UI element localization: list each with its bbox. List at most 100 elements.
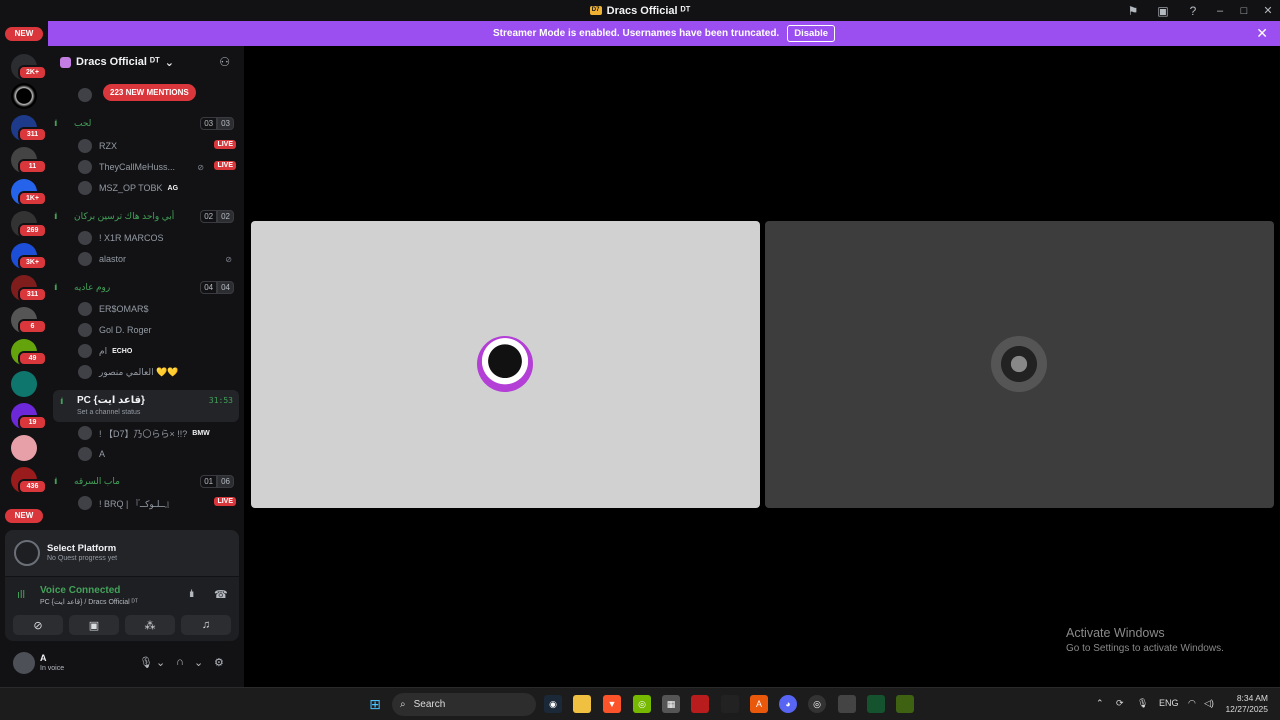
voice-user[interactable]: ام ECHO xyxy=(78,342,236,360)
user-name: Gol D. Roger xyxy=(99,325,152,335)
discord-icon[interactable]: ◕ xyxy=(779,695,797,713)
user-name: TheyCallMeHuss... xyxy=(99,162,176,172)
app-icon-2[interactable] xyxy=(838,695,856,713)
soundboard-button[interactable]: ♫ xyxy=(181,615,231,635)
disconnect-icon[interactable]: ☎ xyxy=(214,588,228,601)
steam-icon[interactable]: ◉ xyxy=(544,695,562,713)
new-unread-pill-bottom[interactable]: NEW xyxy=(5,509,43,523)
invite-people-icon[interactable]: ⚇ xyxy=(219,55,230,69)
microphone-tray-icon[interactable]: 🎙 xyxy=(1137,698,1148,709)
taskbar-search[interactable]: ⌕ Search xyxy=(392,693,536,716)
help-icon[interactable]: ? xyxy=(1178,0,1208,21)
new-unread-pill-top[interactable]: NEW xyxy=(5,27,43,41)
headphones-icon[interactable]: ∩ xyxy=(176,656,184,668)
inbox-icon[interactable]: ▣ xyxy=(1148,0,1178,21)
settings-gear-icon[interactable]: ⚙ xyxy=(214,656,224,669)
maximize-button[interactable]: □ xyxy=(1232,0,1256,21)
activities-button[interactable]: ⁂ xyxy=(125,615,175,635)
voice-user[interactable]: ! 【D7】乃〇らら× !!? BMW xyxy=(78,424,236,442)
server-icon-13[interactable] xyxy=(11,435,37,461)
avatar[interactable] xyxy=(13,652,35,674)
channel-name: PC {قاعد ايت} xyxy=(77,395,145,406)
voice-user[interactable]: ! X1R MARCOS xyxy=(78,229,236,247)
brave-browser-icon[interactable]: ▼ xyxy=(603,695,621,713)
avatar xyxy=(78,426,92,440)
microphone-icon[interactable]: 🎙 xyxy=(139,656,153,669)
channel-status[interactable]: Set a channel status xyxy=(77,409,140,416)
server-boost-icon xyxy=(60,56,71,68)
signal-icon[interactable]: ıll xyxy=(17,589,25,601)
activate-windows-title: Activate Windows xyxy=(1066,626,1165,640)
user-name: A xyxy=(40,653,47,663)
clan-tag: ECHO xyxy=(112,347,133,355)
voice-channel-4[interactable]: ıılı ماب السرقه 01 06 xyxy=(54,471,238,491)
server-name: Dracs Official ᴰᵀ xyxy=(76,56,160,68)
live-badge: LIVE xyxy=(214,497,236,506)
flag-icon[interactable]: ⚑ xyxy=(1118,0,1148,21)
chevron-down-icon[interactable]: ⌄ xyxy=(194,656,203,669)
windows-start-icon[interactable]: ⊞ xyxy=(366,695,384,713)
language-indicator[interactable]: ENG xyxy=(1159,698,1179,708)
voice-location[interactable]: PC {قاعد ايت} / Dracs Official ᴰᵀ xyxy=(40,598,138,606)
chevron-up-icon[interactable]: ⌃ xyxy=(1096,698,1104,709)
sync-icon[interactable]: ⟳ xyxy=(1116,698,1124,709)
server-badge-14: 436 xyxy=(18,479,47,494)
file-explorer-icon[interactable] xyxy=(573,695,591,713)
chevron-down-icon[interactable]: ⌄ xyxy=(156,656,165,669)
active-voice-channel[interactable]: ıılı PC {قاعد ايت} Set a channel status … xyxy=(53,390,239,422)
voice-user[interactable]: RZX LIVE xyxy=(78,137,236,155)
voice-user[interactable]: Gol D. Roger xyxy=(78,321,236,339)
minimize-button[interactable]: – xyxy=(1208,0,1232,21)
voice-mod-icon[interactable] xyxy=(691,695,709,713)
channel-name: روم عاديه xyxy=(74,281,111,292)
activate-windows-subtitle: Go to Settings to activate Windows. xyxy=(1066,643,1224,654)
voice-user[interactable]: MSZ_OP TOBK AG xyxy=(78,179,236,197)
system-clock[interactable]: 8:34 AM 12/27/2025 xyxy=(1225,693,1268,715)
voice-user[interactable]: A xyxy=(78,445,236,463)
server-badge-7: 3K+ xyxy=(18,255,47,270)
chevron-down-icon: ⌄ xyxy=(164,56,174,69)
banner-text: Streamer Mode is enabled. Usernames have… xyxy=(492,28,780,39)
minecraft-icon[interactable]: ▦ xyxy=(662,695,680,713)
spotify-icon[interactable] xyxy=(867,695,885,713)
close-icon[interactable]: ✕ xyxy=(1256,25,1268,42)
camera-off-button[interactable]: ⊘ xyxy=(13,615,63,635)
search-label: Search xyxy=(413,699,446,710)
server-badge-1: 2K+ xyxy=(18,65,47,80)
screen-share-button[interactable]: ▣ xyxy=(69,615,119,635)
new-mentions-pill[interactable]: 223 NEW MENTIONS xyxy=(103,84,196,101)
user-name: ام xyxy=(99,345,108,356)
voice-user[interactable]: TheyCallMeHuss... ⊘ LIVE xyxy=(78,158,236,176)
clan-tag: BMW xyxy=(192,429,210,437)
user-count: 01 06 xyxy=(200,475,234,488)
voice-user[interactable]: alastor ⊘ xyxy=(78,250,236,268)
disable-button[interactable]: Disable xyxy=(787,25,835,42)
voice-channel-icon: ıılı xyxy=(54,282,58,292)
voice-channel-2[interactable]: ıılı أبي واحد هاك ترسين بركان 02 02 xyxy=(54,206,238,226)
server-header[interactable]: Dracs Official ᴰᵀ ⌄ ⚇ xyxy=(48,46,244,78)
participant-tile[interactable] xyxy=(251,221,760,508)
server-icon-2[interactable] xyxy=(11,83,37,109)
wifi-icon[interactable]: ◠ xyxy=(1188,698,1196,709)
voice-status[interactable]: Voice Connected xyxy=(40,585,120,596)
participant-avatar xyxy=(991,336,1047,392)
minecraft-launcher-icon[interactable] xyxy=(896,695,914,713)
noise-suppression-icon[interactable]: ıılıı xyxy=(189,589,195,600)
office-icon[interactable]: A xyxy=(750,695,768,713)
title-bar: D7 Dracs Official ᴰᵀ ⚑ ▣ ? – □ ✕ xyxy=(0,0,1280,21)
app-icon[interactable] xyxy=(721,695,739,713)
volume-icon[interactable]: ◁) xyxy=(1204,698,1214,709)
voice-channel-1[interactable]: ıılı لحب 03 03 xyxy=(54,113,238,133)
quest-panel[interactable]: Select Platform No Quest progress yet xyxy=(5,530,239,576)
server-icon-11[interactable] xyxy=(11,371,37,397)
voice-user[interactable]: العالمي منصور 💛💛 xyxy=(78,363,236,381)
nvidia-icon[interactable]: ◎ xyxy=(633,695,651,713)
close-window-button[interactable]: ✕ xyxy=(1256,0,1280,21)
avatar xyxy=(78,231,92,245)
participant-avatar xyxy=(477,336,533,392)
voice-user[interactable]: ! BRQ | 『ــلـوكــ』 LIVE xyxy=(78,494,236,512)
participant-tile[interactable] xyxy=(765,221,1274,508)
steam-app-icon[interactable]: ◎ xyxy=(808,695,826,713)
voice-user[interactable]: ER$OMAR$ xyxy=(78,300,236,318)
voice-channel-3[interactable]: ıılı روم عاديه 04 04 xyxy=(54,277,238,297)
